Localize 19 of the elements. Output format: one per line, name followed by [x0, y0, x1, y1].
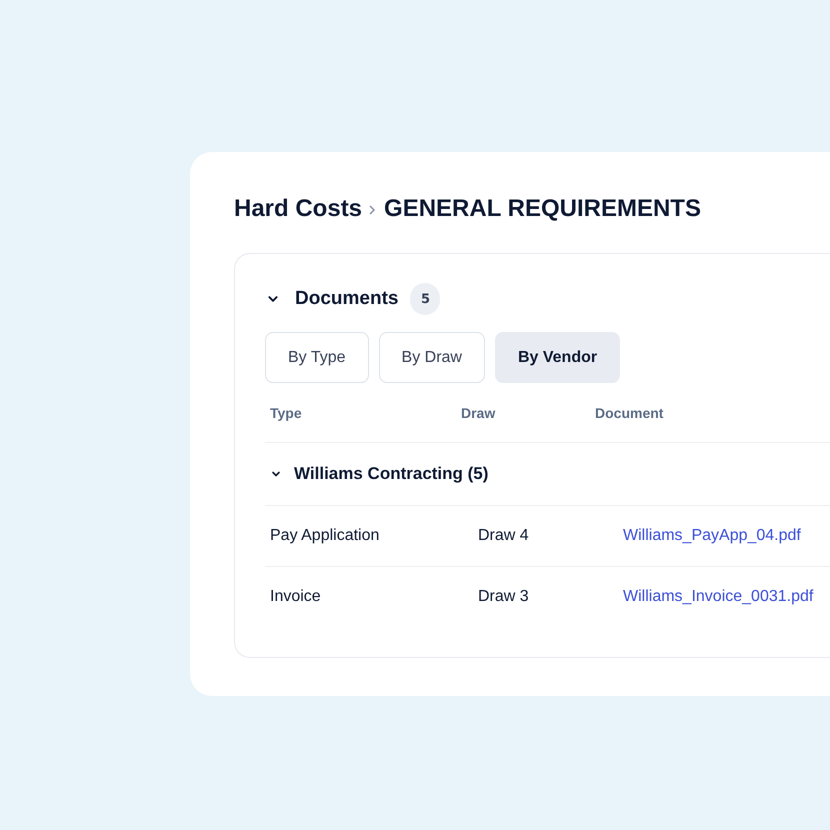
- filter-tab[interactable]: By Draw: [378, 332, 485, 383]
- document-link[interactable]: Williams_Invoice_0031.pdf: [623, 588, 814, 606]
- breadcrumb-link[interactable]: Hard Costs: [234, 195, 362, 223]
- chevron-right-icon: [368, 204, 376, 216]
- column-header: Document: [595, 404, 664, 420]
- section-title: Documents: [295, 288, 398, 310]
- chevron-down-icon[interactable]: [271, 469, 281, 479]
- table-cell-text: Draw 4: [478, 527, 530, 545]
- column-header: Type: [270, 404, 303, 420]
- column-header: Draw: [461, 404, 496, 420]
- table-cell-text: Pay Application: [270, 527, 380, 545]
- filter-tab[interactable]: By Vendor: [494, 332, 620, 383]
- table-cell-text: Draw 3: [478, 588, 530, 606]
- count-badge: 5: [410, 283, 440, 315]
- document-link[interactable]: Williams_PayApp_04.pdf: [623, 527, 801, 545]
- filter-tab[interactable]: By Type: [265, 332, 369, 383]
- page-title: GENERAL REQUIREMENTS: [384, 195, 701, 223]
- table-cell-text: Invoice: [270, 588, 322, 606]
- group-label: Williams Contracting (5): [294, 464, 488, 484]
